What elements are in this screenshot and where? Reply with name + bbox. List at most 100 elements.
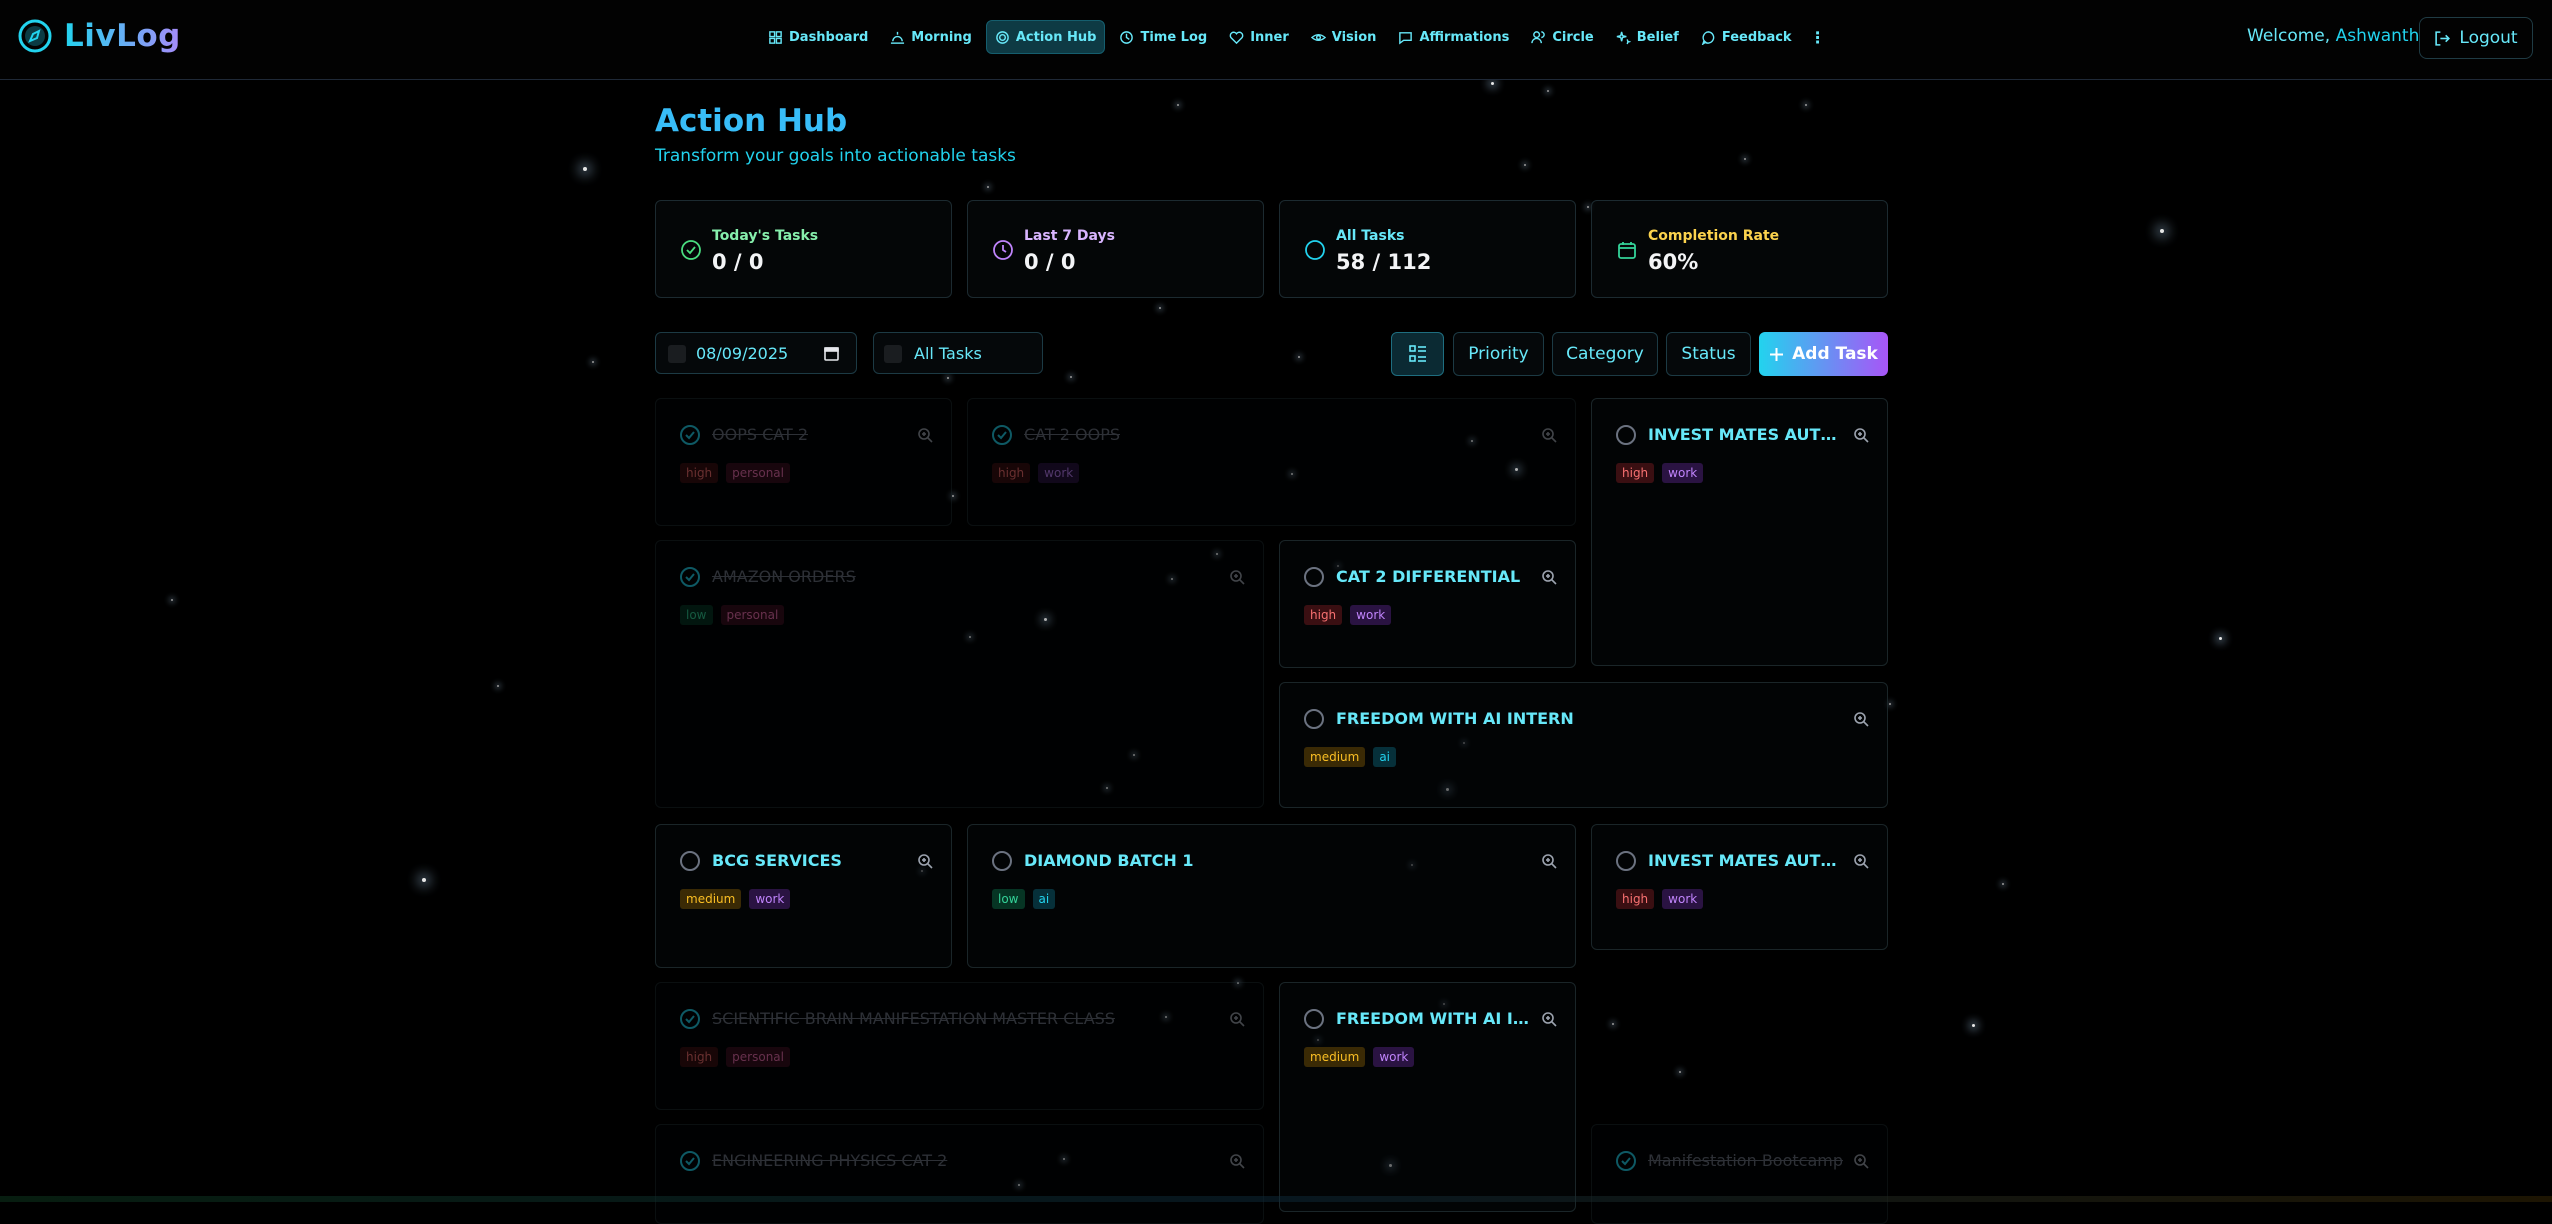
list-view-toggle[interactable] [1391, 332, 1444, 376]
priority-tag: medium [1304, 747, 1366, 767]
priority-tag: high [1616, 889, 1655, 909]
zoom-in-icon[interactable] [1541, 569, 1558, 586]
task-complete-checkbox[interactable] [1304, 709, 1324, 729]
priority-tag: low [680, 605, 713, 625]
task-card[interactable]: INVEST MATES AUTOMATION high work [1591, 824, 1888, 950]
nav-item-feedback[interactable]: Feedback [1693, 20, 1800, 54]
task-card[interactable]: DIAMOND BATCH 1 low ai [967, 824, 1576, 968]
zoom-in-icon[interactable] [1853, 1153, 1870, 1170]
task-card[interactable]: AMAZON ORDERS low personal [655, 540, 1264, 808]
task-complete-checkbox[interactable] [1304, 567, 1324, 587]
task-card[interactable]: BCG SERVICES medium work [655, 824, 952, 968]
priority-tag: medium [1304, 1047, 1366, 1067]
stat-value: 58 / 112 [1336, 250, 1432, 274]
nav-label: Affirmations [1419, 29, 1510, 45]
task-title: BCG SERVICES [712, 851, 842, 870]
nav-item-time-log[interactable]: Time Log [1111, 20, 1215, 54]
task-complete-checkbox[interactable] [992, 851, 1012, 871]
task-card[interactable]: CAT 2 DIFFERENTIAL high work [1279, 540, 1576, 668]
star [2002, 883, 2004, 885]
zoom-in-icon[interactable] [1229, 1153, 1246, 1170]
priority-sort-button[interactable]: Priority [1453, 332, 1544, 376]
nav-item-morning[interactable]: Morning [882, 20, 980, 54]
task-tags: high work [1616, 463, 1704, 483]
task-card[interactable]: OOPS CAT 2 high personal [655, 398, 952, 526]
task-filter-select[interactable]: All Tasks [873, 332, 1043, 374]
category-sort-button[interactable]: Category [1552, 332, 1658, 376]
stat-card-completion-rate: Completion Rate 60% [1591, 200, 1888, 298]
task-card[interactable]: FREEDOM WITH AI INTERNSHIP medium work [1279, 982, 1576, 1212]
task-complete-checkbox[interactable] [1304, 1009, 1324, 1029]
stat-label: Completion Rate [1648, 228, 1780, 244]
task-card[interactable]: ENGINEERING PHYSICS CAT 2 [655, 1124, 1264, 1224]
task-card[interactable]: SCIENTIFIC BRAIN MANIFESTATION MASTER CL… [655, 982, 1264, 1110]
date-input[interactable]: 08/09/2025 [655, 332, 857, 374]
priority-tag: high [680, 463, 719, 483]
category-tag: work [1373, 1047, 1415, 1067]
task-card[interactable]: CAT 2 OOPS high work [967, 398, 1576, 526]
star [1889, 703, 1891, 705]
zoom-in-icon[interactable] [917, 853, 934, 870]
task-card[interactable]: FREEDOM WITH AI INTERN medium ai [1279, 682, 1888, 808]
brand-logo[interactable]: LivLog [18, 18, 181, 54]
plus-icon [1770, 347, 1784, 361]
priority-label: Priority [1468, 344, 1529, 364]
zoom-in-icon[interactable] [1541, 427, 1558, 444]
nav-item-belief[interactable]: Belief [1608, 20, 1687, 54]
category-tag: ai [1032, 889, 1056, 909]
nav-item-affirmations[interactable]: Affirmations [1390, 20, 1517, 54]
main-nav: Dashboard Morning Action Hub Time Log In… [760, 20, 1830, 54]
nav-item-dashboard[interactable]: Dashboard [760, 20, 876, 54]
status-sort-button[interactable]: Status [1666, 332, 1751, 376]
priority-tag: medium [680, 889, 742, 909]
zoom-in-icon[interactable] [1229, 569, 1246, 586]
zoom-in-icon[interactable] [1853, 853, 1870, 870]
nav-label: Inner [1250, 29, 1289, 45]
star [2219, 637, 2222, 640]
checkmark-icon [685, 573, 695, 582]
calendar-picker-icon[interactable] [823, 345, 840, 362]
zoom-in-icon[interactable] [1541, 853, 1558, 870]
task-complete-checkbox[interactable] [680, 425, 700, 445]
star [422, 878, 426, 882]
task-card[interactable]: Manifestation Bootcamp [1591, 1124, 1888, 1224]
task-complete-checkbox[interactable] [1616, 425, 1636, 445]
star [987, 186, 989, 188]
page-title: Action Hub [655, 103, 848, 139]
category-tag: ai [1373, 747, 1397, 767]
nav-item-circle[interactable]: Circle [1523, 20, 1601, 54]
task-complete-checkbox[interactable] [680, 851, 700, 871]
chat-icon [1701, 30, 1715, 45]
task-complete-checkbox[interactable] [680, 567, 700, 587]
zoom-in-icon[interactable] [1541, 1011, 1558, 1028]
zoom-in-icon[interactable] [1853, 711, 1870, 728]
task-complete-checkbox[interactable] [1616, 851, 1636, 871]
zoom-in-icon[interactable] [1853, 427, 1870, 444]
list-view-icon [1408, 345, 1426, 362]
category-tag: work [749, 889, 791, 909]
task-complete-checkbox[interactable] [680, 1151, 700, 1171]
task-title: FREEDOM WITH AI INTERN [1336, 709, 1574, 728]
task-complete-checkbox[interactable] [992, 425, 1012, 445]
calendar-icon [1618, 242, 1636, 259]
task-complete-checkbox[interactable] [680, 1009, 700, 1029]
zoom-in-icon[interactable] [1229, 1011, 1246, 1028]
category-label: Category [1566, 344, 1644, 364]
stat-value: 60% [1648, 250, 1699, 274]
category-tag: personal [726, 463, 790, 483]
star [1524, 164, 1526, 166]
nav-item-action-hub[interactable]: Action Hub [985, 20, 1106, 54]
nav-item-vision[interactable]: Vision [1303, 20, 1385, 54]
nav-item-inner[interactable]: Inner [1221, 20, 1297, 54]
nav-more-button[interactable]: ⋮ [1806, 28, 1830, 47]
checkmark-icon [1621, 1157, 1631, 1166]
stat-card-today: Today's Tasks 0 / 0 [655, 200, 952, 298]
task-tags: medium work [680, 889, 791, 909]
star [583, 167, 587, 171]
add-task-button[interactable]: Add Task [1759, 332, 1888, 376]
clock-icon [993, 240, 1013, 260]
task-card[interactable]: INVEST MATES AUTOMATION high work [1591, 398, 1888, 666]
logout-button[interactable]: Logout [2419, 17, 2533, 59]
task-complete-checkbox[interactable] [1616, 1151, 1636, 1171]
zoom-in-icon[interactable] [917, 427, 934, 444]
